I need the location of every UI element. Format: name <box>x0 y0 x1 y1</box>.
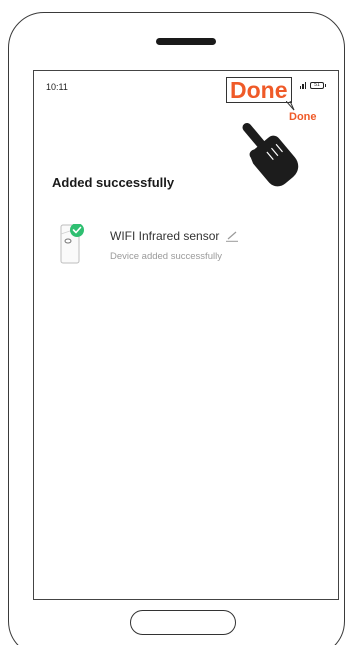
phone-screen: 10:11 51 Done Done Added successfully WI… <box>33 70 339 600</box>
phone-speaker <box>156 38 216 45</box>
device-name: WIFI Infrared sensor <box>110 229 220 243</box>
device-list-item[interactable]: WIFI Infrared sensor Device added succes… <box>60 221 330 271</box>
edit-pencil-icon[interactable] <box>225 230 239 242</box>
signal-icon <box>299 81 306 89</box>
done-callout-label: Done <box>230 76 288 103</box>
battery-icon: 51 <box>310 81 326 89</box>
callout-pointer <box>286 101 295 111</box>
done-callout: Done <box>226 77 292 103</box>
page-title: Added successfully <box>52 175 175 190</box>
status-time: 10:11 <box>46 82 68 92</box>
tutorial-illustration: 10:11 51 Done Done Added successfully WI… <box>0 0 353 645</box>
home-button <box>130 610 236 635</box>
device-status: Device added successfully <box>110 251 222 262</box>
status-icons: 51 <box>299 81 326 89</box>
sensor-device-image <box>60 224 84 264</box>
hand-pointer-icon <box>242 122 299 187</box>
device-name-line: WIFI Infrared sensor <box>110 229 239 243</box>
battery-level: 51 <box>314 81 320 88</box>
